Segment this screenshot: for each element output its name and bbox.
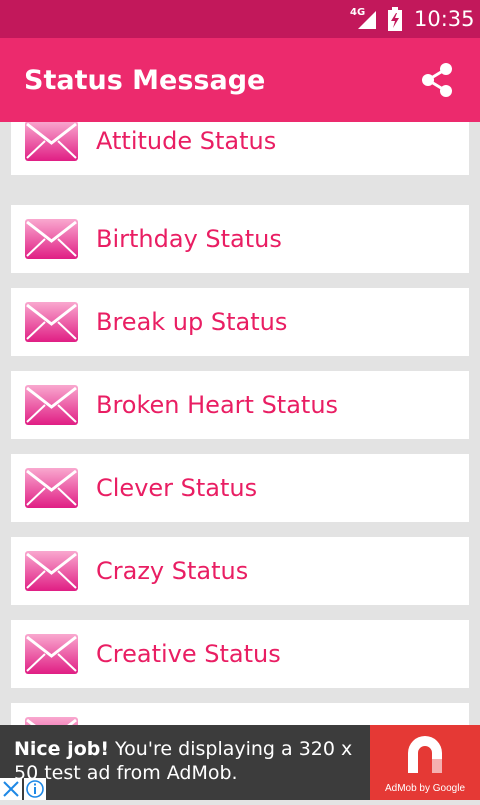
envelope-icon bbox=[25, 468, 78, 508]
list-item-broken-heart-status[interactable]: Broken Heart Status bbox=[11, 371, 469, 439]
ad-info-icon[interactable] bbox=[24, 778, 46, 800]
list-item-label: Attitude Status bbox=[96, 127, 277, 155]
list-item-label: Crazy Status bbox=[96, 557, 249, 585]
list-item-label: Break up Status bbox=[96, 308, 288, 336]
admob-logo[interactable]: AdMob by Google bbox=[370, 725, 480, 800]
list-item-birthday-status[interactable]: Birthday Status bbox=[11, 205, 469, 273]
envelope-icon bbox=[25, 717, 78, 725]
battery-icon bbox=[388, 7, 402, 31]
admob-icon bbox=[408, 736, 442, 773]
signal-icon: 4G bbox=[350, 7, 378, 29]
ad-logo-caption: AdMob by Google bbox=[384, 783, 466, 794]
ad-close-icon[interactable] bbox=[0, 778, 22, 800]
page-title: Status Message bbox=[24, 65, 266, 96]
ad-text: Nice job! You're displaying a 320 x 50 t… bbox=[14, 737, 364, 785]
envelope-icon bbox=[25, 219, 78, 259]
status-category-list[interactable]: Attitude Status Birthday Status Break up… bbox=[0, 122, 480, 725]
list-item-break-up-status[interactable]: Break up Status bbox=[11, 288, 469, 356]
envelope-icon bbox=[25, 551, 78, 591]
list-item-crazy-status[interactable]: Crazy Status bbox=[11, 537, 469, 605]
list-item-creative-status[interactable]: Creative Status bbox=[11, 620, 469, 688]
share-icon[interactable] bbox=[418, 60, 458, 100]
ad-banner[interactable]: Nice job! You're displaying a 320 x 50 t… bbox=[0, 725, 480, 800]
ad-headline: Nice job! bbox=[14, 738, 110, 760]
envelope-icon bbox=[25, 302, 78, 342]
list-item-attitude-status[interactable]: Attitude Status bbox=[11, 122, 469, 175]
list-item-label: Clever Status bbox=[96, 474, 258, 502]
list-item-label: Birthday Status bbox=[96, 225, 282, 253]
envelope-icon bbox=[25, 385, 78, 425]
list-item-label: Creative Status bbox=[96, 640, 281, 668]
envelope-icon bbox=[25, 122, 78, 161]
list-item-label: Broken Heart Status bbox=[96, 391, 339, 419]
list-item-clever-status[interactable]: Clever Status bbox=[11, 454, 469, 522]
envelope-icon bbox=[25, 634, 78, 674]
app-bar: Status Message bbox=[0, 38, 480, 122]
clock: 10:35 bbox=[414, 7, 475, 31]
list-item-partial[interactable] bbox=[11, 703, 469, 725]
status-bar: 4G 10:35 bbox=[0, 0, 480, 38]
